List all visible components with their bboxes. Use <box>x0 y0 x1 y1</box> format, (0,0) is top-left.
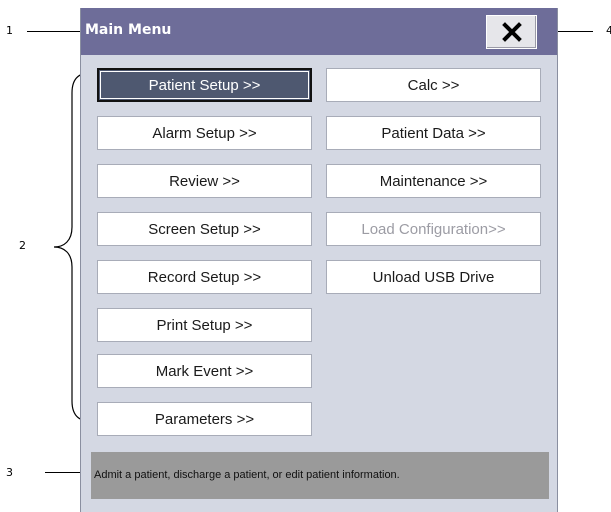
patient-data-button[interactable]: Patient Data >> <box>326 116 541 150</box>
alarm-setup-button[interactable]: Alarm Setup >> <box>97 116 312 150</box>
print-setup-button[interactable]: Print Setup >> <box>97 308 312 342</box>
record-setup-button[interactable]: Record Setup >> <box>97 260 312 294</box>
close-button[interactable] <box>486 15 537 49</box>
callout-3: 3 <box>6 466 13 479</box>
window-title: Main Menu <box>85 22 172 38</box>
callout-2: 2 <box>19 239 26 252</box>
parameters-button[interactable]: Parameters >> <box>97 402 312 436</box>
callout-4: 4 <box>606 24 611 37</box>
patient-setup-button[interactable]: Patient Setup >> <box>97 68 312 102</box>
unload-usb-drive-button[interactable]: Unload USB Drive <box>326 260 541 294</box>
load-configuration-button[interactable]: Load Configuration>> <box>326 212 541 246</box>
help-bar: Admit a patient, discharge a patient, or… <box>91 452 549 499</box>
close-x-icon <box>501 22 522 42</box>
screen-setup-button[interactable]: Screen Setup >> <box>97 212 312 246</box>
callout-1-line <box>27 31 81 32</box>
callout-1: 1 <box>6 24 13 37</box>
help-text: Admit a patient, discharge a patient, or… <box>94 469 400 481</box>
mark-event-button[interactable]: Mark Event >> <box>97 354 312 388</box>
calc-button[interactable]: Calc >> <box>326 68 541 102</box>
maintenance-button[interactable]: Maintenance >> <box>326 164 541 198</box>
title-bar: Main Menu <box>81 8 557 55</box>
review-button[interactable]: Review >> <box>97 164 312 198</box>
main-menu-window: Main Menu Patient Setup >> Alarm Setup >… <box>80 8 558 512</box>
